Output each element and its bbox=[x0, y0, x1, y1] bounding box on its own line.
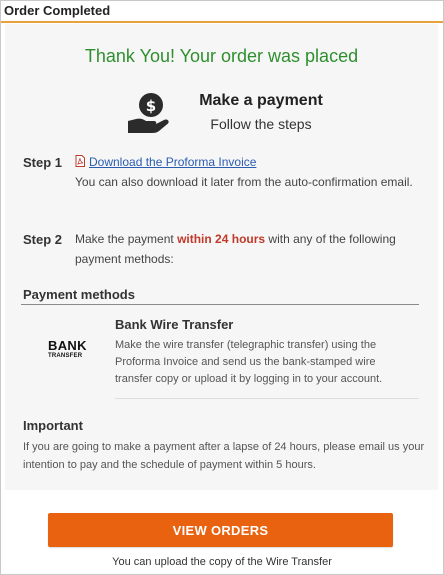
bank-transfer-logo: BANK TRANSFER bbox=[48, 338, 98, 360]
hand-money-icon: $ bbox=[128, 93, 169, 133]
follow-steps-subtitle: Follow the steps bbox=[210, 116, 312, 132]
title-bar: Order Completed bbox=[1, 1, 443, 23]
bank-logo-text: BANK bbox=[48, 338, 87, 353]
bank-wire-transfer-description: Make the wire transfer (telegraphic tran… bbox=[115, 339, 383, 385]
step-1-content: Download the Proforma Invoice You can al… bbox=[75, 152, 415, 192]
bank-wire-transfer-title: Bank Wire Transfer bbox=[115, 317, 234, 332]
svg-text:$: $ bbox=[146, 97, 156, 115]
important-text: If you are going to make a payment after… bbox=[23, 441, 425, 471]
download-proforma-invoice-link[interactable]: Download the Proforma Invoice bbox=[89, 155, 256, 169]
order-content-panel: Thank You! Your order was placed $ Make … bbox=[5, 24, 438, 490]
step-2-content: Make the payment within 24 hours with an… bbox=[75, 229, 415, 269]
step-2-label: Step 2 bbox=[23, 232, 63, 247]
payment-methods-heading: Payment methods bbox=[23, 287, 135, 302]
upload-note: You can upload the copy of the Wire Tran… bbox=[112, 556, 332, 568]
step-1-note: You can also download it later from the … bbox=[75, 175, 413, 189]
step-1-label: Step 1 bbox=[23, 155, 63, 170]
method-divider bbox=[115, 398, 419, 399]
step-2-text-before: Make the payment bbox=[75, 232, 178, 246]
order-completed-dialog: Order Completed Thank You! Your order wa… bbox=[0, 0, 444, 575]
section-divider bbox=[21, 304, 419, 305]
view-orders-button[interactable]: VIEW ORDERS bbox=[48, 513, 393, 547]
transfer-logo-text: TRANSFER bbox=[48, 353, 83, 359]
make-payment-heading: Make a payment bbox=[199, 92, 323, 109]
pdf-icon bbox=[75, 155, 85, 167]
thank-you-message: Thank You! Your order was placed bbox=[84, 46, 359, 66]
important-heading: Important bbox=[23, 418, 83, 433]
step-2-deadline: within 24 hours bbox=[177, 232, 266, 246]
window-title: Order Completed bbox=[4, 3, 111, 18]
